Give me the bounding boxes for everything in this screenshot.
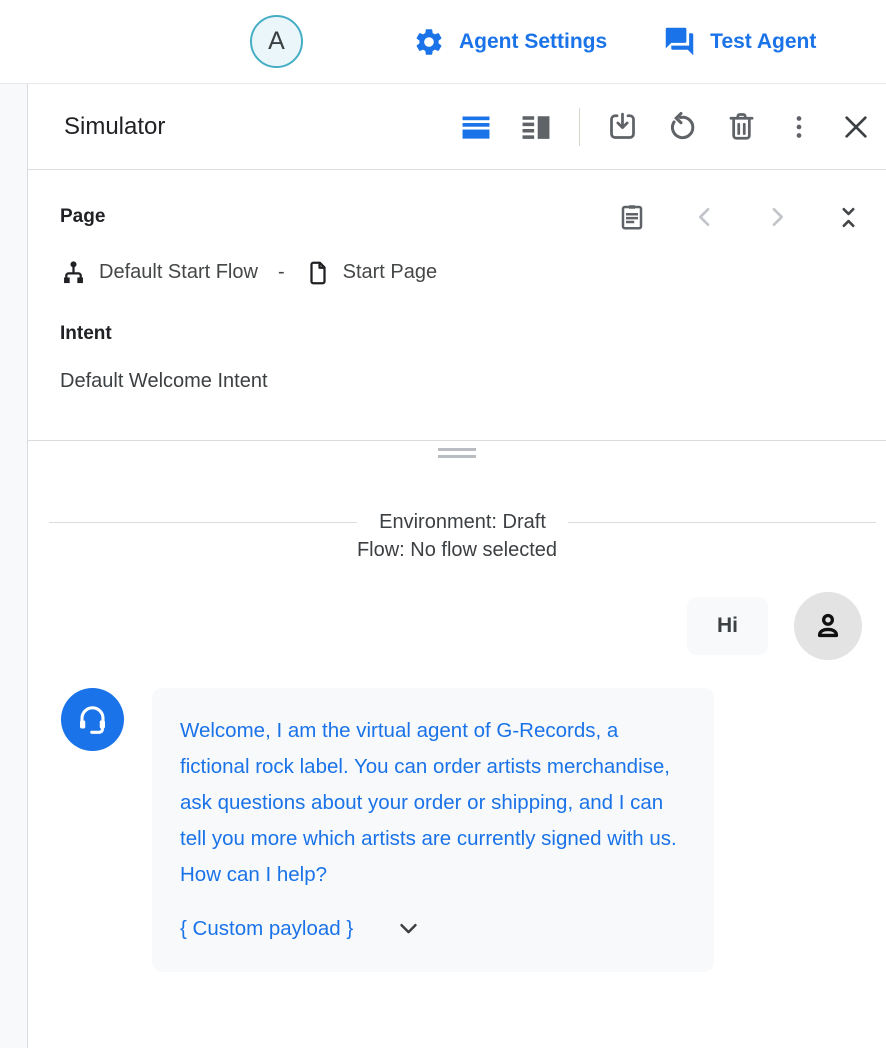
kebab-menu-icon [784,112,814,142]
divider-line-left [49,522,357,523]
save-download-icon [606,110,639,143]
environment-divider: Environment: Draft [49,511,876,534]
delete-conversation-button[interactable] [725,110,758,143]
chevron-right-icon [763,203,791,231]
left-gutter [0,84,28,1048]
agent-avatar [61,688,124,751]
rotate-left-icon [665,110,699,144]
trash-icon [725,110,758,143]
message-list-view-icon [459,110,493,144]
divider-line-right [568,522,876,523]
test-agent-button[interactable]: Test Agent [663,25,816,58]
avatar-letter: A [268,27,285,56]
flow-page-breadcrumb[interactable]: Default Start Flow - Start Page [60,259,862,286]
agent-settings-label: Agent Settings [459,30,607,54]
previous-step-button[interactable] [691,203,719,231]
panel-resize-row [28,441,886,465]
simulator-toolbar [459,108,872,146]
dialogflow-simulator-screen: A Agent Settings Test Agent Simulator [0,0,886,1048]
test-agent-label: Test Agent [710,30,816,54]
collapse-section-button[interactable] [835,204,862,231]
flow-icon [60,259,87,286]
user-message-row: Hi [28,592,886,660]
intent-value[interactable]: Default Welcome Intent [60,370,862,393]
conversation-area: Environment: Draft Flow: No flow selecte… [28,465,886,1048]
page-label: Page [60,206,105,228]
custom-payload-toggle[interactable]: { Custom payload } [180,915,422,942]
main-area: Simulator [0,84,886,1048]
avatar[interactable]: A [250,15,303,68]
close-panel-button[interactable] [840,111,872,143]
unfold-less-icon [835,204,862,231]
drag-handle[interactable] [438,448,476,458]
agent-message-text: Welcome, I am the virtual agent of G-Rec… [180,713,686,893]
more-options-button[interactable] [784,112,814,142]
user-avatar [794,592,862,660]
user-message-bubble: Hi [687,597,768,655]
reset-conversation-button[interactable] [665,110,699,144]
intent-label: Intent [60,323,862,345]
custom-payload-label: { Custom payload } [180,917,353,941]
copy-resources-button[interactable] [617,202,647,232]
agent-settings-button[interactable]: Agent Settings [413,26,607,58]
close-icon [840,111,872,143]
forum-chat-icon [663,25,696,58]
page-header-row: Page [60,202,862,232]
breadcrumb-separator: - [278,261,285,284]
toolbar-divider [579,108,580,146]
person-icon [810,608,846,644]
page-name[interactable]: Start Page [343,261,438,284]
save-conversation-button[interactable] [606,110,639,143]
next-step-button[interactable] [763,203,791,231]
page-doc-icon [305,260,331,286]
top-app-bar: A Agent Settings Test Agent [0,0,886,84]
simulator-header: Simulator [28,84,886,170]
flow-status: Flow: No flow selected [28,539,886,562]
execution-details-section: Page [28,170,886,441]
user-message-text: Hi [717,614,738,637]
panel-title: Simulator [64,113,165,141]
flow-name[interactable]: Default Start Flow [99,261,258,284]
message-list-view-button[interactable] [459,110,493,144]
clipboard-icon [617,202,647,232]
agent-message-row: Welcome, I am the virtual agent of G-Rec… [28,688,886,972]
chevron-left-icon [691,203,719,231]
page-header-tools [617,202,862,232]
simulator-panel: Simulator [28,84,886,1048]
side-panel-view-button[interactable] [519,110,553,144]
environment-status: Environment: Draft [357,511,568,534]
gear-icon [413,26,445,58]
chevron-down-icon [395,915,422,942]
side-panel-view-icon [519,110,553,144]
agent-message-bubble: Welcome, I am the virtual agent of G-Rec… [152,688,714,972]
headset-icon [74,701,111,738]
